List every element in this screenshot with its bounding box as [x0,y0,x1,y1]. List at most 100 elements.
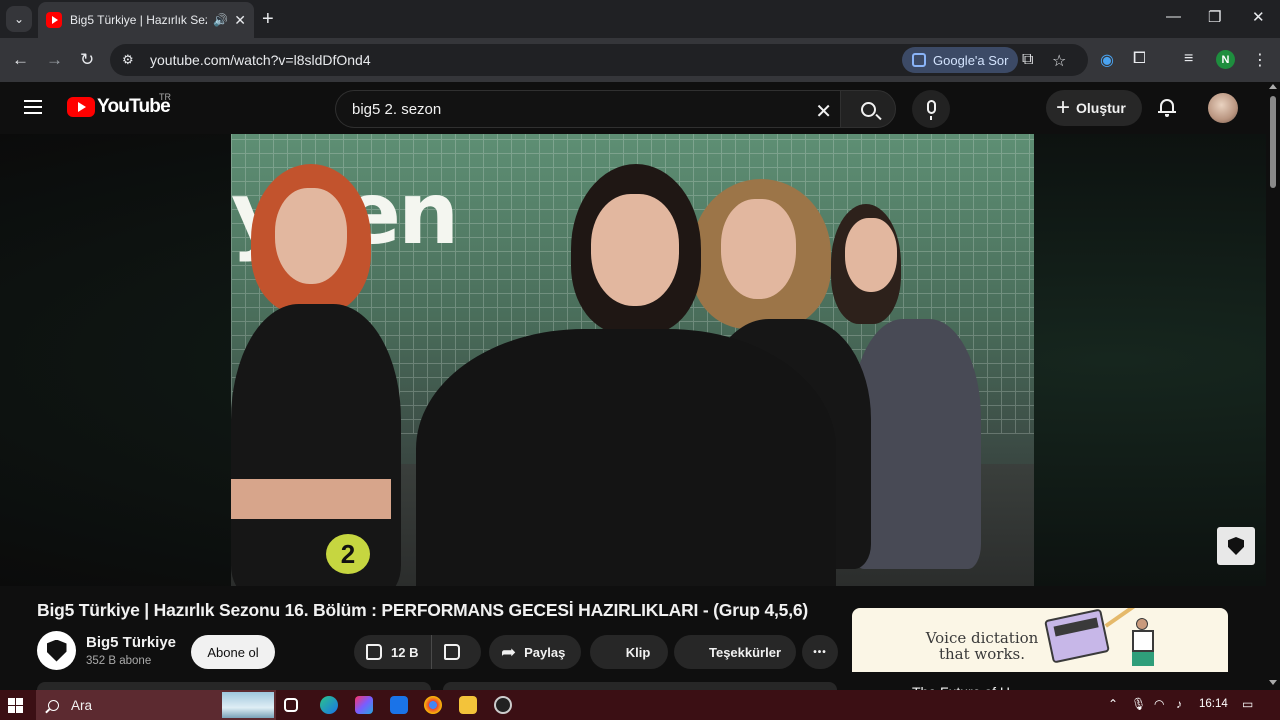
create-label: Oluştur [1076,100,1126,116]
browser-menu-icon[interactable]: ⋮ [1252,50,1268,70]
youtube-favicon-icon [46,12,62,28]
thanks-button[interactable]: Teşekkürler [674,635,796,669]
tab-close-icon[interactable]: ✕ [234,12,246,29]
speaker-icon[interactable]: 🔊 [213,13,228,27]
windows-start-icon[interactable] [8,698,24,714]
ad-laptop-illustration [1044,608,1110,664]
file-explorer-icon[interactable] [459,696,477,714]
shield-logo-icon [46,639,67,662]
video-player[interactable]: ypen 2 [0,134,1266,586]
ad-banner[interactable]: Voice dictation that works. [852,608,1228,672]
shirt-patch: 2 [326,534,370,574]
search-icon [860,101,876,117]
clear-search-icon[interactable]: ✕ [815,99,832,124]
volume-icon[interactable]: ♪ [1176,697,1182,711]
notification-center-icon[interactable]: ▭ [1242,697,1253,711]
browser-tab-active[interactable]: Big5 Türkiye | Hazırlık Sezonu 16. Bölüm… [38,2,254,38]
clip-button[interactable]: Klip [590,635,668,669]
user-avatar[interactable] [1208,93,1238,123]
new-tab-button[interactable]: + [262,8,274,31]
taskbar-search-placeholder: Ara [71,697,93,713]
share-label: Paylaş [524,644,566,660]
windows-taskbar: Ara ⌃ 🎙 ◠ ♪ 16:14 ▭ [0,690,1280,720]
chrome-icon[interactable] [424,696,442,714]
back-arrow-icon[interactable]: ← [12,50,29,70]
search-input[interactable] [352,100,772,118]
ad-headline-line-1: Voice dictation [925,629,1039,647]
voice-search-button[interactable] [912,90,950,128]
search-icon [48,699,59,711]
tray-mic-icon[interactable]: 🎙 [1131,697,1146,711]
outlook-icon[interactable] [390,696,408,714]
reading-list-icon[interactable]: ≡ [1184,50,1193,68]
scroll-thumb[interactable] [1270,96,1276,188]
like-dislike-group: 12 B [354,635,481,669]
youtube-logo[interactable]: YouTube TR [67,92,171,118]
ad-headline: Voice dictation that works. [924,630,1040,662]
address-bar[interactable]: ⚙ youtube.com/watch?v=l8sldDfOnd4 Google… [110,44,1088,76]
google-lens-button[interactable]: Google'a Sor [902,47,1019,73]
create-button[interactable]: + Oluştur [1046,90,1142,126]
video-frame[interactable]: ypen 2 [231,134,1034,586]
channel-avatar[interactable] [37,631,76,670]
search-button[interactable] [840,90,896,128]
search-bar[interactable]: ✕ [335,90,840,128]
scroll-down-arrow-icon[interactable] [1269,680,1277,685]
channel-watermark-icon[interactable] [1217,527,1255,565]
region-code: TR [159,92,171,102]
clip-label: Klip [625,644,651,660]
url-text[interactable]: youtube.com/watch?v=l8sldDfOnd4 [150,52,371,68]
channel-name[interactable]: Big5 Türkiye [86,634,176,651]
subscriber-count: 352 B abone [86,655,152,667]
reload-icon[interactable]: ↻ [80,50,94,70]
microphone-icon [926,100,936,120]
notifications-bell-icon[interactable] [1158,98,1176,117]
window-minimize-button[interactable]: — [1166,8,1181,25]
next-recommendation[interactable]: The Future of H... [852,672,1228,700]
ad-person-illustration [1124,618,1162,668]
window-restore-button[interactable]: ❐ [1208,8,1221,26]
share-button[interactable]: ➦ Paylaş [489,635,581,669]
forward-arrow-icon[interactable]: → [46,50,63,70]
extensions-puzzle-icon[interactable]: ⧠ [1133,50,1146,68]
clock[interactable]: 16:14 [1199,698,1228,710]
site-settings-icon[interactable]: ⚙ [122,52,138,68]
extension-icon[interactable]: ◉ [1100,50,1114,70]
plus-icon: + [1056,94,1071,121]
description-box[interactable] [37,682,431,690]
thumbs-up-icon [366,644,382,660]
search-highlight-image[interactable] [222,692,274,718]
lens-icon [912,53,926,67]
ad-headline-line-2: that works. [938,645,1026,663]
bookmark-star-icon[interactable]: ☆ [1052,51,1066,71]
thanks-label: Teşekkürler [708,644,782,660]
youtube-header: YouTube TR ✕ + Oluştur [0,82,1280,134]
page-scrollbar[interactable] [1266,82,1280,688]
window-close-button[interactable]: ✕ [1252,8,1265,26]
menu-hamburger-icon[interactable] [24,100,42,114]
more-icon: ••• [813,646,827,658]
comments-box[interactable] [443,682,837,690]
google-lens-label: Google'a Sor [933,52,1009,68]
install-app-icon[interactable]: ⧉ [1022,51,1033,69]
browser-toolbar: ← → ↻ ⚙ youtube.com/watch?v=l8sldDfOnd4 … [0,38,1280,82]
youtube-play-icon [67,97,95,117]
tray-chevron-icon[interactable]: ⌃ [1108,697,1118,711]
tab-title: Big5 Türkiye | Hazırlık Sezonu 16. Bölüm [70,13,207,27]
wifi-icon[interactable]: ◠ [1154,697,1164,711]
thumbs-down-icon[interactable] [444,644,460,660]
tab-search-button[interactable]: ⌄ [6,6,32,32]
obs-icon[interactable] [494,696,512,714]
edge-icon[interactable] [320,696,338,714]
video-title: Big5 Türkiye | Hazırlık Sezonu 16. Bölüm… [37,600,809,620]
profile-avatar[interactable]: N [1216,50,1235,69]
like-button[interactable]: 12 B [354,635,432,669]
task-view-icon[interactable] [284,698,298,712]
browser-tab-strip: ⌄ Big5 Türkiye | Hazırlık Sezonu 16. Böl… [0,0,1280,38]
more-actions-button[interactable]: ••• [802,635,838,669]
subscribe-button[interactable]: Abone ol [191,635,275,669]
share-arrow-icon: ➦ [501,641,517,662]
copilot-icon[interactable] [355,696,373,714]
like-count: 12 B [391,644,419,660]
scroll-up-arrow-icon[interactable] [1269,84,1277,89]
